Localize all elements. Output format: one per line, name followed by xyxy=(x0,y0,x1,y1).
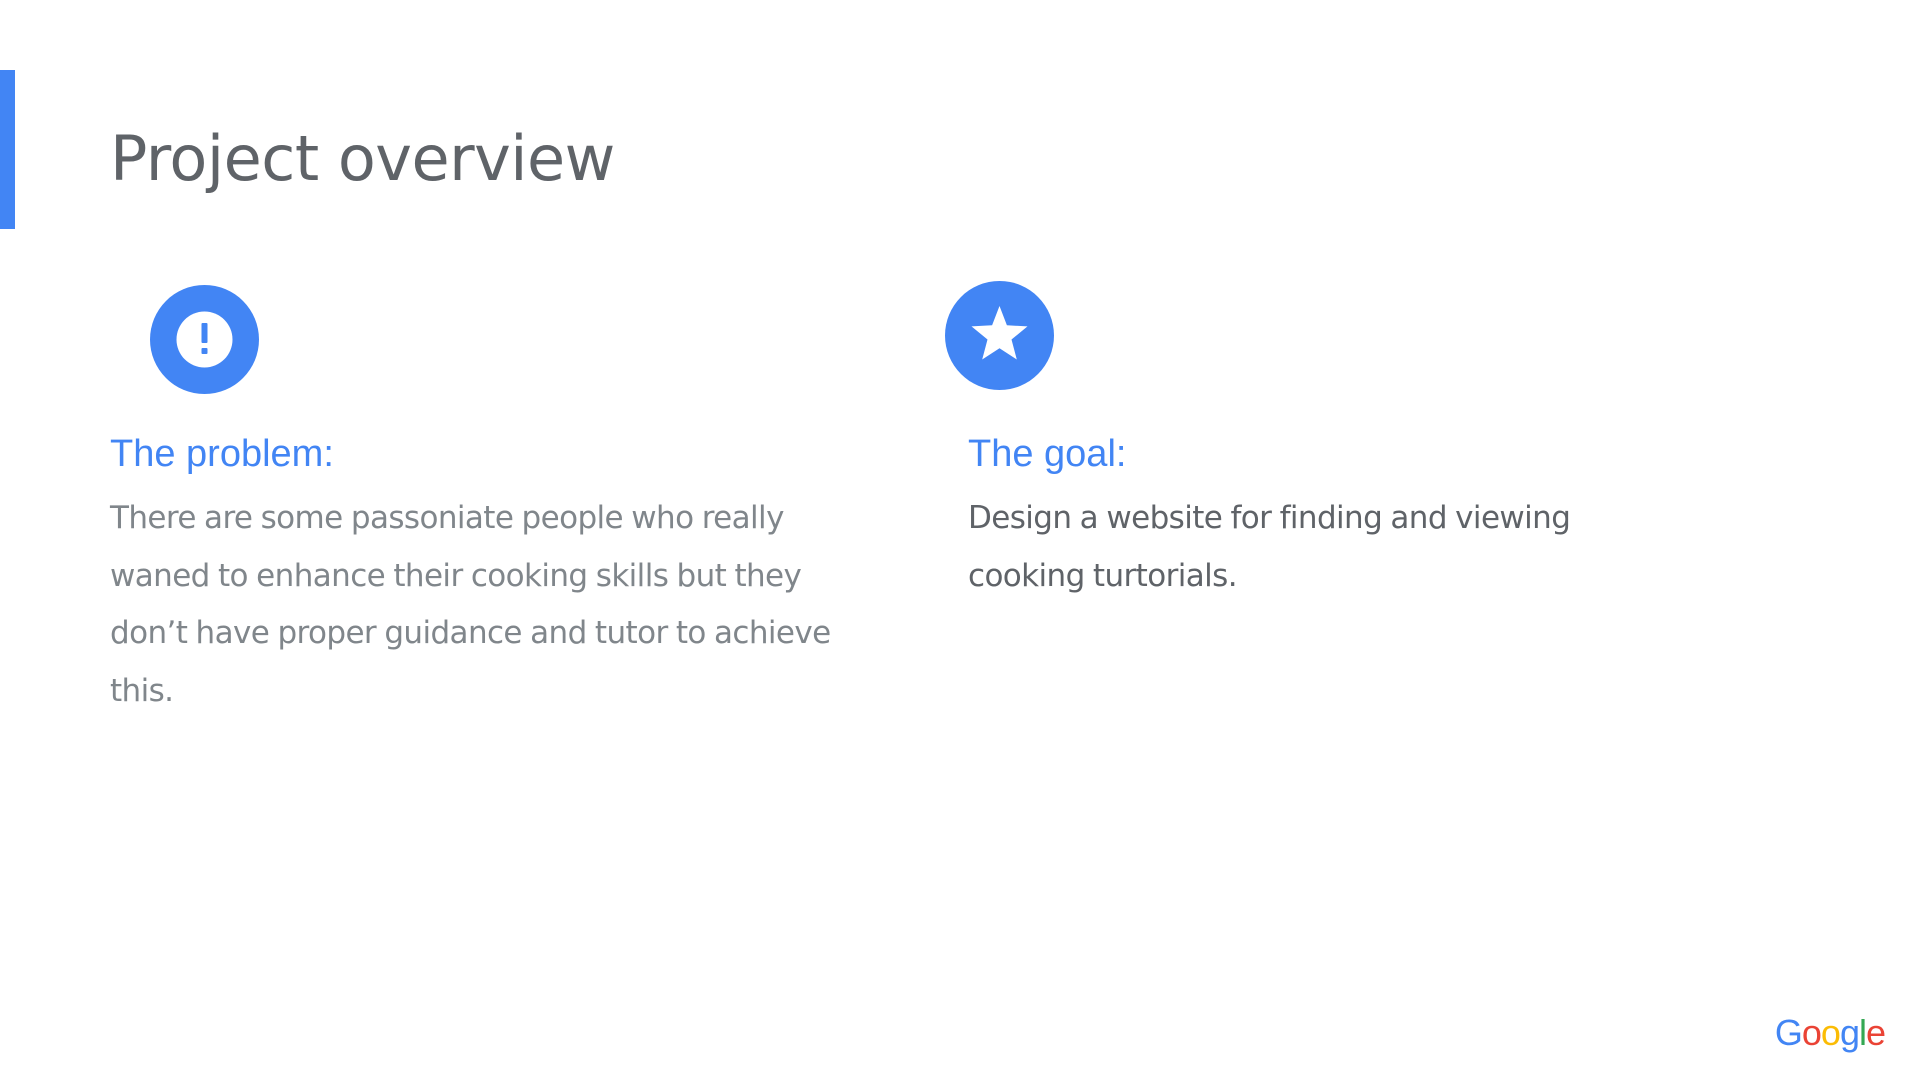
logo-letter: g xyxy=(1839,1012,1860,1053)
google-logo: Google xyxy=(1774,1011,1886,1055)
page-title: Project overview xyxy=(110,122,615,195)
logo-letter: o xyxy=(1820,1012,1841,1053)
accent-bar xyxy=(0,70,15,229)
goal-heading: The goal: xyxy=(968,433,1127,475)
star-circle-icon xyxy=(945,281,1054,390)
problem-heading: The problem: xyxy=(110,433,334,475)
logo-letter: l xyxy=(1858,1012,1867,1053)
logo-letter: G xyxy=(1774,1012,1803,1053)
exclamation-circle-icon xyxy=(150,285,259,394)
goal-text: Design a website for finding and viewing… xyxy=(968,500,1571,594)
logo-letter: o xyxy=(1801,1012,1822,1053)
logo-letter: e xyxy=(1865,1012,1886,1053)
problem-text: There are some passoniate people who rea… xyxy=(110,500,831,709)
slide: Project overview The problem: There are … xyxy=(0,0,1920,1080)
